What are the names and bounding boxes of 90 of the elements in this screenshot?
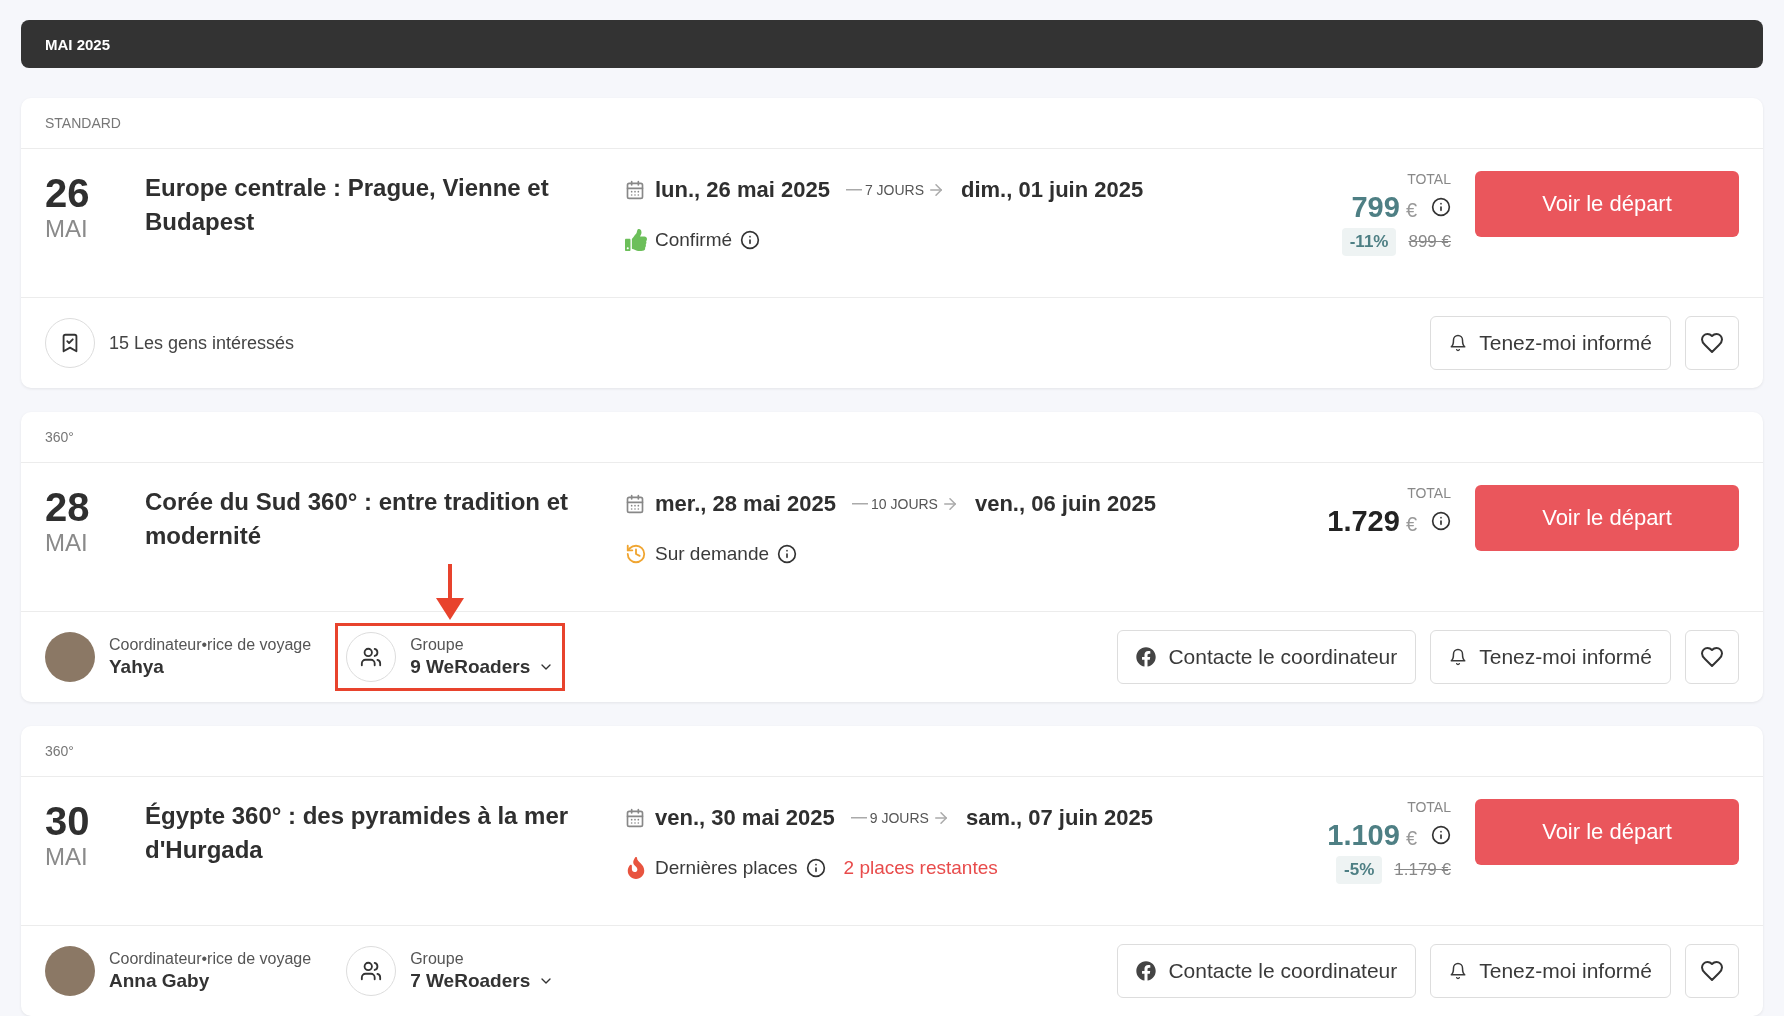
info-icon[interactable] <box>1431 825 1451 845</box>
bell-icon <box>1449 962 1468 980</box>
dash-icon <box>850 817 867 819</box>
view-departure-button[interactable]: Voir le départ <box>1475 171 1739 237</box>
group-label: Groupe <box>410 636 465 654</box>
calendar-icon <box>625 494 645 514</box>
category-label: 360° <box>45 429 74 445</box>
group-label: Groupe <box>410 950 465 968</box>
month-label: MAI <box>45 529 89 557</box>
view-departure-button[interactable]: Voir le départ <box>1475 485 1739 551</box>
info-icon[interactable] <box>805 858 826 878</box>
day-number: 30 <box>45 799 91 843</box>
status-label: Confirmé <box>655 229 733 251</box>
contact-coordinator-button[interactable]: Contacte le coordinateur <box>1117 944 1417 998</box>
category-label: 360° <box>45 743 74 759</box>
trip-title: Corée du Sud 360° : entre tradition et modernité <box>145 487 569 551</box>
end-date: sam., 07 juin 2025 <box>965 805 1154 831</box>
duration-label: 7 JOURS <box>864 182 924 198</box>
notify-button[interactable]: Tenez-moi informé <box>1430 944 1671 998</box>
favorite-button[interactable] <box>1685 630 1739 684</box>
discount-badge: -5% <box>1336 856 1383 884</box>
currency: € <box>1405 827 1417 850</box>
start-date: ven., 30 mai 2025 <box>655 805 835 831</box>
thumbs-up-icon <box>625 229 647 251</box>
coordinator-role: Coordinateur•rice de voyage <box>109 636 312 654</box>
total-label: TOTAL <box>1407 485 1451 501</box>
info-icon[interactable] <box>1431 197 1451 217</box>
view-departure-button[interactable]: Voir le départ <box>1475 799 1739 865</box>
avatar-placeholder <box>45 946 95 996</box>
dash-icon <box>852 503 869 505</box>
notify-button[interactable]: Tenez-moi informé <box>1430 316 1671 370</box>
category-label: STANDARD <box>45 115 121 131</box>
old-price: 899 € <box>1408 232 1451 252</box>
coordinator-name: Yahya <box>109 656 165 678</box>
heart-icon <box>1700 645 1724 669</box>
group-icon <box>346 946 397 996</box>
info-icon[interactable] <box>740 230 761 250</box>
status-label: Dernières places <box>655 857 798 879</box>
info-icon[interactable] <box>1431 511 1451 531</box>
interested-count: 15 Les gens intéressés <box>109 332 295 354</box>
calendar-icon <box>625 180 645 200</box>
bell-icon <box>1449 334 1468 352</box>
flame-icon <box>625 857 647 879</box>
old-price: 1.179 € <box>1394 860 1451 880</box>
facebook-icon <box>1136 647 1157 667</box>
end-date: dim., 01 juin 2025 <box>961 177 1144 203</box>
bell-icon <box>1449 648 1468 666</box>
price: 1.729 <box>1327 505 1400 538</box>
notify-button[interactable]: Tenez-moi informé <box>1430 630 1671 684</box>
arrow-right-icon <box>927 181 945 199</box>
month-header: MAI 2025 <box>21 20 1763 68</box>
start-date: mer., 28 mai 2025 <box>655 491 837 517</box>
day-number: 26 <box>45 171 91 215</box>
month-label: MAI <box>45 843 89 871</box>
dash-icon <box>845 189 862 191</box>
status-label: Sur demande <box>655 543 770 565</box>
trip-title: Europe centrale : Prague, Vienne et Budapest <box>145 173 550 237</box>
facebook-icon <box>1136 961 1157 981</box>
day-number: 28 <box>45 485 91 529</box>
trip-title: Égypte 360° : des pyramides à la mer d'Hurgada <box>145 801 570 865</box>
total-label: TOTAL <box>1407 171 1451 187</box>
discount-badge: -11% <box>1341 228 1397 256</box>
avatar-placeholder <box>45 632 95 682</box>
total-label: TOTAL <box>1407 799 1451 815</box>
start-date: lun., 26 mai 2025 <box>655 177 830 203</box>
contact-coordinator-button[interactable]: Contacte le coordinateur <box>1117 630 1417 684</box>
duration-label: 10 JOURS <box>871 496 938 512</box>
pointer-arrow <box>436 564 465 620</box>
month-label: MAI <box>45 215 89 243</box>
duration-label: 9 JOURS <box>869 810 929 826</box>
places-left-label: 2 places restantes <box>843 857 998 879</box>
currency: € <box>1405 513 1417 536</box>
favorite-button[interactable] <box>1685 944 1739 998</box>
group-dropdown[interactable]: 9 WeRoaders <box>410 656 555 678</box>
end-date: ven., 06 juin 2025 <box>974 491 1156 517</box>
coordinator-name: Anna Gaby <box>109 970 211 992</box>
coordinator-role: Coordinateur•rice de voyage <box>109 950 312 968</box>
bookmark-icon <box>45 318 95 368</box>
heart-icon <box>1700 331 1724 355</box>
group-selector[interactable]: Groupe 7 WeRoaders <box>335 937 566 1005</box>
group-icon <box>346 632 397 682</box>
price: 799 <box>1351 191 1400 224</box>
clock-icon <box>625 543 647 565</box>
favorite-button[interactable] <box>1685 316 1739 370</box>
price: 1.109 <box>1327 819 1400 852</box>
heart-icon <box>1700 959 1724 983</box>
currency: € <box>1405 199 1417 222</box>
calendar-icon <box>625 808 645 828</box>
info-icon[interactable] <box>777 544 798 564</box>
group-dropdown[interactable]: 7 WeRoaders <box>410 970 555 992</box>
